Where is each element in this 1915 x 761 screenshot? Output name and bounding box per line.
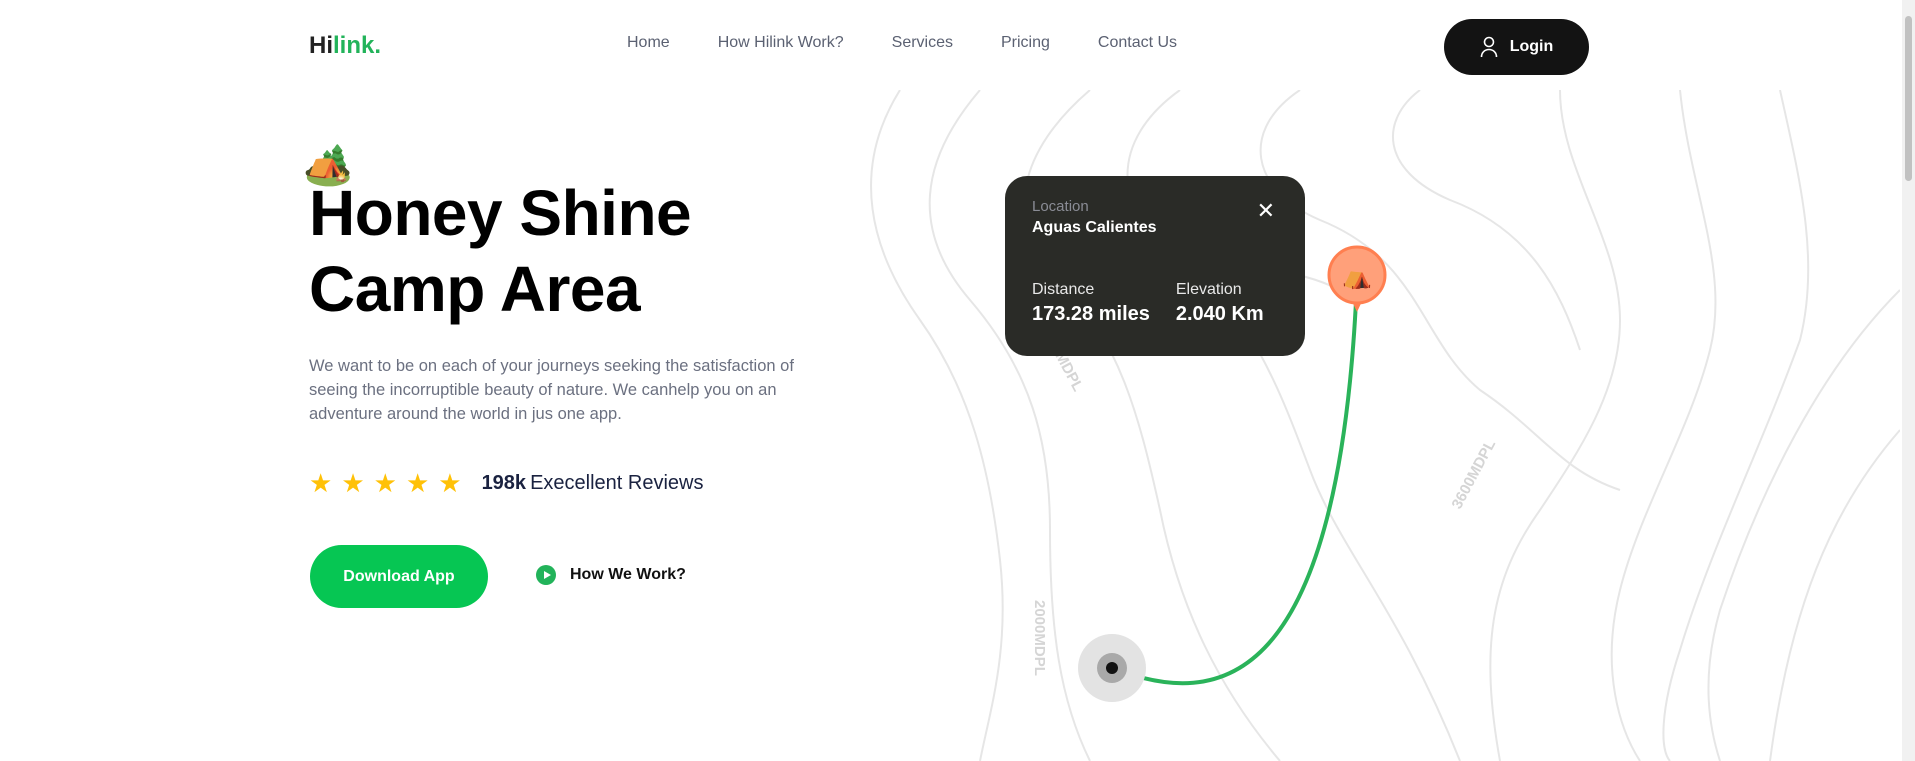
star-icon: ★ [438, 468, 462, 498]
review-label: Execellent Reviews [530, 471, 704, 494]
hero-title: Honey Shine Camp Area [309, 177, 692, 325]
distance-label: Distance [1032, 281, 1095, 298]
how-we-work-link[interactable]: How We Work? [536, 565, 686, 585]
camp-icon: ⛺ [1342, 263, 1372, 290]
login-label: Login [1509, 38, 1554, 55]
nav-pricing[interactable]: Pricing [1001, 34, 1050, 52]
main-nav: Home How Hilink Work? Services Pricing C… [627, 34, 1177, 52]
how-we-work-label: How We Work? [570, 566, 686, 583]
star-icon: ★ [309, 468, 333, 498]
logo-dark: Hi [309, 32, 333, 59]
elevation-label: Elevation [1175, 281, 1242, 298]
start-point[interactable] [1106, 662, 1118, 674]
elevation-stat: Elevation 2.040 Km [1176, 281, 1264, 326]
location-label: Location [1032, 198, 1089, 215]
star-icon: ★ [373, 468, 397, 498]
logo-green: link. [333, 32, 382, 59]
nav-home[interactable]: Home [627, 34, 670, 52]
star-rating: ★ ★ ★ ★ ★ [309, 470, 462, 496]
star-icon: ★ [341, 468, 365, 498]
nav-how-hilink-work[interactable]: How Hilink Work? [718, 34, 844, 52]
scrollbar-thumb[interactable] [1905, 16, 1912, 181]
logo[interactable]: Hilink. [309, 32, 381, 60]
user-icon [1480, 36, 1498, 58]
scrollbar[interactable] [1902, 0, 1915, 761]
play-icon [536, 565, 556, 585]
login-button[interactable]: Login [1444, 19, 1589, 75]
nav-contact-us[interactable]: Contact Us [1098, 34, 1177, 52]
download-app-button[interactable]: Download App [310, 545, 488, 608]
nav-services[interactable]: Services [892, 34, 953, 52]
close-icon[interactable]: ✕ [1257, 198, 1275, 224]
review-count: 198k [481, 471, 527, 494]
rating: ★ ★ ★ ★ ★ 198k Execellent Reviews [309, 470, 703, 496]
hero-description: We want to be on each of your journeys s… [309, 357, 794, 423]
distance-stat: Distance 173.28 miles [1032, 281, 1150, 326]
location-card: Location Aguas Calientes ✕ Distance 173.2… [1005, 176, 1305, 356]
contour-label: 3600MDPL [1449, 437, 1500, 512]
star-icon: ★ [405, 468, 430, 498]
distance-value: 173.28 miles [1032, 303, 1150, 325]
contour-label: 2000MDPL [1031, 600, 1048, 676]
location-name: Aguas Calientes [1032, 219, 1157, 236]
elevation-value: 2.040 Km [1175, 303, 1264, 325]
